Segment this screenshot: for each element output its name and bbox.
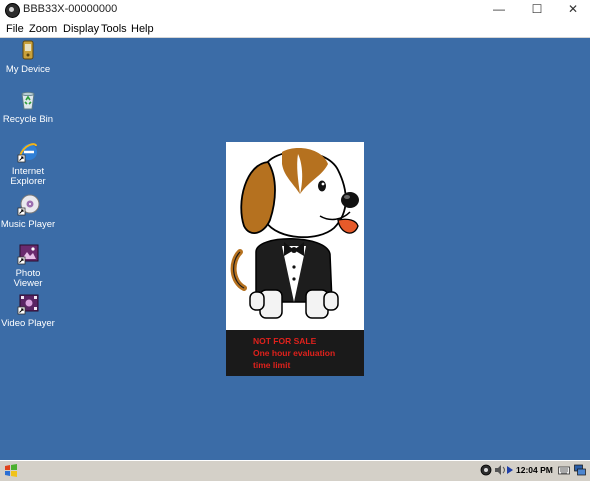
desktop-switch-icon[interactable] xyxy=(574,464,586,476)
desktop-icon-photo-viewer[interactable]: Photo Viewer xyxy=(0,242,58,289)
desktop-icon-recycle-bin[interactable]: Recycle Bin xyxy=(0,88,58,125)
recycle-bin-icon xyxy=(21,92,35,110)
video-player-icon xyxy=(17,294,39,315)
music-player-icon xyxy=(17,194,40,216)
my-device-icon xyxy=(22,40,34,60)
desktop-icon-label: My Device xyxy=(5,64,51,75)
evaluation-notice-line: time limit xyxy=(253,360,291,370)
evaluation-notice-line: NOT FOR SALE xyxy=(253,336,317,346)
menu-file[interactable]: File xyxy=(6,23,24,35)
desktop-icon-my-device[interactable]: My Device xyxy=(0,38,58,75)
minimize-button[interactable]: — xyxy=(484,0,514,20)
start-button[interactable] xyxy=(2,463,20,479)
title-bar[interactable]: BBB33X-00000000 — ☐ ✕ xyxy=(0,0,590,20)
desktop-icon-label: Recycle Bin xyxy=(2,114,54,125)
desktop-icon-video-player[interactable]: Video Player xyxy=(0,292,58,329)
desktop-icon-label: Internet Explorer xyxy=(10,166,46,187)
desktop-icon-label: Photo Viewer xyxy=(13,268,43,289)
menu-tools[interactable]: Tools xyxy=(101,23,127,35)
beagle-mascot-image xyxy=(230,148,359,319)
window-title: BBB33X-00000000 xyxy=(23,3,118,15)
device-desktop: My Device Recycle Bin Internet Explorer xyxy=(0,38,590,460)
taskbar-clock[interactable]: 12:04 PM xyxy=(516,465,553,475)
device-taskbar: 12:04 PM xyxy=(0,460,590,481)
menu-help[interactable]: Help xyxy=(131,23,154,35)
menu-bar: File Zoom Display Tools Help xyxy=(0,20,590,38)
internet-explorer-icon xyxy=(17,143,37,163)
maximize-button[interactable]: ☐ xyxy=(522,0,552,20)
emulator-window: BBB33X-00000000 — ☐ ✕ File Zoom Display … xyxy=(0,0,590,481)
desktop-icon-label: Video Player xyxy=(1,318,55,329)
system-tray: 12:04 PM xyxy=(478,463,588,479)
menu-display[interactable]: Display xyxy=(63,23,99,35)
photo-viewer-icon xyxy=(17,244,39,265)
evaluation-splash: NOT FOR SALE One hour evaluation time li… xyxy=(226,142,364,376)
menu-zoom[interactable]: Zoom xyxy=(29,23,57,35)
evaluation-notice: NOT FOR SALE One hour evaluation time li… xyxy=(226,330,364,376)
desktop-icon-label: Music Player xyxy=(0,219,56,230)
evaluation-notice-line: One hour evaluation xyxy=(253,348,336,358)
volume-icon[interactable] xyxy=(494,464,506,476)
close-button[interactable]: ✕ xyxy=(558,0,588,20)
desktop-icon-internet-explorer[interactable]: Internet Explorer xyxy=(0,140,58,187)
keyboard-icon[interactable] xyxy=(558,464,570,476)
network-icon[interactable] xyxy=(480,464,492,476)
app-icon xyxy=(5,3,20,18)
desktop-icon-music-player[interactable]: Music Player xyxy=(0,193,58,230)
play-arrow-icon[interactable] xyxy=(506,464,514,476)
